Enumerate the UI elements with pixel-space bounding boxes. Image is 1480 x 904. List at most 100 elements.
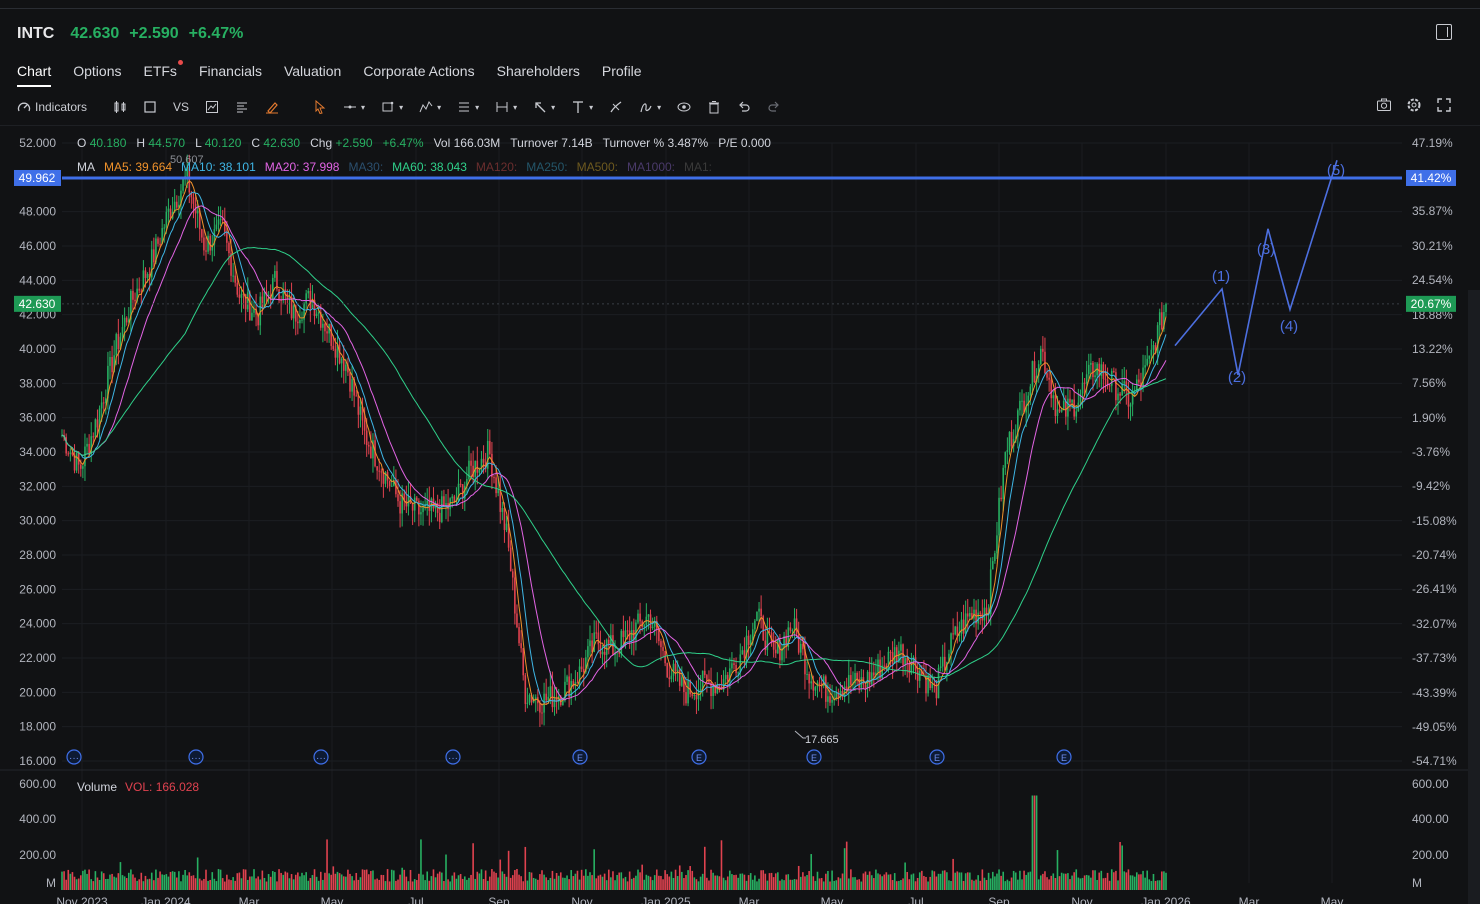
hline-pct-tag-text: 41.42%: [1411, 171, 1452, 185]
ma60-line: [61, 246, 1167, 679]
volume-bar: [1029, 871, 1032, 890]
candle-body: [791, 630, 794, 632]
undo-button[interactable]: [737, 100, 751, 114]
volume-bar: [486, 880, 489, 890]
volume-tick-right: 200.00: [1412, 848, 1449, 862]
volume-bar: [307, 880, 310, 890]
volume-bar: [345, 876, 347, 890]
candle-body: [132, 290, 134, 300]
measure-tool[interactable]: ▾: [495, 100, 517, 114]
arrow-tool[interactable]: ▾: [533, 100, 555, 114]
settings-icon[interactable]: [1406, 97, 1422, 113]
candle-body: [983, 607, 986, 621]
candle-body: [795, 618, 798, 635]
volume-bar: [610, 877, 612, 890]
volume-bar: [476, 871, 479, 890]
volume-bar: [864, 871, 867, 890]
candle-body: [708, 680, 710, 683]
candle-body: [914, 657, 917, 671]
candle-body: [524, 675, 527, 704]
tab-shareholders[interactable]: Shareholders: [497, 63, 580, 87]
volume-bar: [449, 881, 451, 890]
time-tick-label: Sep: [488, 895, 510, 904]
current-price-tag-text: 42.630: [19, 297, 56, 311]
tab-chart[interactable]: Chart: [17, 63, 52, 87]
ma-label[interactable]: MA: [77, 160, 95, 174]
volume-tick-left: M: [46, 876, 56, 890]
turnover-value: 7.14B: [561, 136, 593, 150]
volume-bar: [223, 881, 226, 890]
volume-bar: [386, 869, 389, 890]
ma20-value: MA20: 37.998: [264, 160, 340, 174]
pattern-tool[interactable]: ▾: [419, 100, 441, 114]
tab-etfs[interactable]: ETFs: [143, 60, 183, 87]
tab-profile[interactable]: Profile: [602, 63, 642, 87]
tab-financials[interactable]: Financials: [199, 63, 262, 87]
volume-bar: [914, 881, 917, 890]
cursor-tool[interactable]: [313, 100, 327, 114]
volume-bar: [633, 877, 635, 890]
volume-bar: [870, 875, 873, 890]
visibility-toggle[interactable]: [677, 100, 691, 114]
candle-body: [678, 669, 681, 686]
volume-bar: [163, 874, 166, 890]
candle-body: [163, 227, 166, 229]
draw-button[interactable]: [265, 100, 279, 114]
volume-bar: [388, 881, 391, 890]
brush-tool[interactable]: [609, 100, 623, 114]
candle-body: [367, 445, 370, 447]
volume-bar: [309, 878, 312, 890]
indicators-button[interactable]: Indicators: [17, 100, 87, 114]
candle-body: [1113, 370, 1115, 373]
volume-bar: [138, 879, 141, 890]
camera-icon[interactable]: [1376, 97, 1392, 113]
fib-tool[interactable]: ▾: [457, 100, 479, 114]
tab-options[interactable]: Options: [73, 63, 121, 87]
annotation-tool[interactable]: ▾: [639, 100, 661, 114]
delete-drawings-button[interactable]: [707, 100, 721, 114]
candle-body: [1006, 450, 1009, 453]
quote-header: INTC 42.630 +2.590 +6.47%: [17, 24, 243, 44]
volume-bar: [1121, 845, 1123, 890]
redo-button[interactable]: [767, 100, 781, 114]
volume-bar: [774, 873, 777, 890]
ohlc-legend: O 40.180 H 44.570 L 40.120 C 42.630 Chg …: [77, 136, 771, 150]
collapse-panel-icon[interactable]: [1436, 24, 1452, 40]
volume-field: Vol 166.03M: [434, 136, 501, 150]
volume-bar: [1083, 875, 1086, 890]
tab-corporate-actions[interactable]: Corporate Actions: [363, 63, 474, 87]
volume-bar: [284, 871, 287, 890]
ma60-value: MA60: 38.043: [392, 160, 467, 174]
candle-body: [582, 669, 585, 673]
volume-bar: [628, 871, 631, 890]
volume-bar: [69, 873, 72, 890]
volume-bar: [981, 869, 984, 890]
text-tool[interactable]: ▾: [571, 100, 593, 114]
candle-body: [482, 458, 485, 463]
chart-style-button[interactable]: [205, 100, 219, 114]
volume-bar: [662, 879, 664, 890]
compare-button[interactable]: VS: [173, 100, 189, 114]
volume-bar: [614, 880, 616, 890]
candle-body: [647, 614, 650, 617]
fullscreen-icon[interactable]: [1436, 97, 1452, 113]
candle-type-button[interactable]: [113, 100, 127, 114]
volume-bar: [249, 876, 251, 890]
percent-tick-label: -3.76%: [1412, 445, 1450, 459]
price-chart[interactable]: 52.00050.00048.00046.00044.00042.00040.0…: [0, 125, 1480, 904]
text-align-button[interactable]: [235, 100, 249, 114]
candle-body: [597, 632, 600, 645]
candle-body: [309, 290, 312, 309]
tab-valuation[interactable]: Valuation: [284, 63, 341, 87]
percent-tick-label: -54.71%: [1412, 754, 1457, 768]
trend-line-tool[interactable]: ▾: [343, 100, 365, 114]
volume-bar: [1081, 877, 1084, 890]
shape-tool[interactable]: ▾: [381, 100, 403, 114]
time-tick-label: May: [1321, 895, 1344, 904]
volume-bar: [891, 880, 894, 890]
volume-bar: [927, 881, 929, 890]
layout-button[interactable]: [143, 100, 157, 114]
volume-bar: [989, 878, 992, 890]
volume-bar: [898, 880, 900, 890]
volume-bar: [818, 878, 821, 890]
